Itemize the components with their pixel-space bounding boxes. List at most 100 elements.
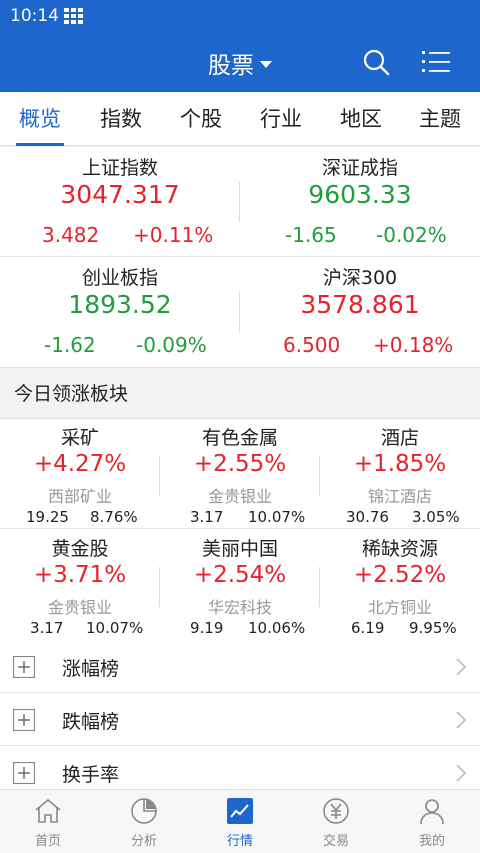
nav-trade[interactable]: 交易 <box>288 790 384 853</box>
list-item-losers[interactable]: 跌幅榜 <box>0 694 480 746</box>
list-item-label: 换手率 <box>62 764 120 786</box>
nav-profile[interactable]: 我的 <box>384 790 480 853</box>
bottom-navigation: 首页 分析 行情 交易 我的 <box>0 789 480 853</box>
expand-plus-icon[interactable] <box>13 762 35 784</box>
tab-label: 行业 <box>260 107 302 131</box>
leading-stock-price: 6.19 <box>351 619 385 637</box>
expand-plus-icon[interactable] <box>13 709 35 731</box>
tab-overview[interactable]: 概览 <box>16 92 64 146</box>
nav-analysis[interactable]: 分析 <box>96 790 192 853</box>
leading-stock-pct: 10.06% <box>248 619 306 637</box>
leading-stock-name: 金贵银业 <box>207 487 272 506</box>
index-change-pct: +0.11% <box>133 223 214 247</box>
tab-stock[interactable]: 个股 <box>177 92 225 146</box>
list-menu-icon[interactable] <box>422 49 450 75</box>
nav-market[interactable]: 行情 <box>192 790 288 853</box>
leading-stock-name: 金贵银业 <box>47 598 112 617</box>
list-item-turnover[interactable]: 换手率 <box>0 747 480 789</box>
nav-label: 首页 <box>34 834 61 849</box>
chevron-right-icon <box>456 711 467 729</box>
app-header: 股票 <box>0 32 480 92</box>
index-change: 3.482 <box>42 223 100 247</box>
leading-stock-pct: 10.07% <box>248 508 306 526</box>
sector-pct: +4.27% <box>33 451 127 477</box>
index-name: 深证成指 <box>321 157 398 179</box>
market-chart-icon <box>227 798 253 824</box>
pie-chart-icon <box>131 798 157 824</box>
sector-card[interactable]: 稀缺资源 +2.52% 北方铜业 6.19 9.95% <box>320 530 480 640</box>
sector-card[interactable]: 采矿 +4.27% 西部矿业 19.25 8.76% <box>0 419 160 529</box>
tab-label: 个股 <box>180 107 222 131</box>
list-item-label: 跌幅榜 <box>62 711 120 733</box>
leading-stock-pct: 10.07% <box>86 619 144 637</box>
divider <box>0 528 480 529</box>
yuan-coin-icon <box>323 798 349 824</box>
leading-sectors-grid: 采矿 +4.27% 西部矿业 19.25 8.76% 有色金属 +2.55% 金… <box>0 419 480 641</box>
nav-home[interactable]: 首页 <box>0 790 96 853</box>
sector-pct: +2.52% <box>353 562 447 588</box>
leading-stock-name: 西部矿业 <box>47 487 112 506</box>
index-change-pct: -0.02% <box>376 223 447 247</box>
leading-stock-price: 9.19 <box>190 619 224 637</box>
sector-pct: +2.54% <box>193 562 287 588</box>
search-icon[interactable] <box>362 48 390 76</box>
person-icon <box>420 799 444 825</box>
index-price: 1893.52 <box>68 290 172 319</box>
index-change: -1.62 <box>44 333 96 357</box>
index-card-csi300[interactable]: 沪深300 3578.861 6.500 +0.18% <box>240 257 480 367</box>
leading-stock-price: 3.17 <box>30 619 64 637</box>
category-tabs: 概览 指数 个股 行业 地区 主题 <box>0 92 480 146</box>
chevron-right-icon <box>456 764 467 782</box>
nav-label: 行情 <box>226 834 253 849</box>
index-price: 3578.861 <box>300 290 420 319</box>
nav-label: 我的 <box>418 834 445 849</box>
expand-plus-icon[interactable] <box>13 656 35 678</box>
leading-stock-price: 3.17 <box>190 508 224 526</box>
sector-card[interactable]: 美丽中国 +2.54% 华宏科技 9.19 10.06% <box>160 530 320 640</box>
tab-index[interactable]: 指数 <box>97 92 145 146</box>
index-name: 沪深300 <box>322 267 398 289</box>
index-change: 6.500 <box>283 333 341 357</box>
index-overview: 上证指数 3047.317 3.482 +0.11% 深证成指 9603.33 … <box>0 147 480 367</box>
leading-stock-name: 华宏科技 <box>207 598 272 617</box>
index-card-shanghai[interactable]: 上证指数 3047.317 3.482 +0.11% <box>0 147 240 257</box>
sector-name: 稀缺资源 <box>361 538 438 560</box>
section-title-leading-sectors: 今日领涨板块 <box>0 367 480 419</box>
leading-stock-price: 19.25 <box>26 508 69 526</box>
sector-name: 采矿 <box>60 427 99 449</box>
sector-card[interactable]: 黄金股 +3.71% 金贵银业 3.17 10.07% <box>0 530 160 640</box>
app-grid-icon <box>64 8 83 24</box>
index-price: 9603.33 <box>308 180 412 209</box>
tab-industry[interactable]: 行业 <box>257 92 305 146</box>
ranking-list: 涨幅榜 跌幅榜 换手率 <box>0 641 480 789</box>
tab-label: 地区 <box>340 107 382 131</box>
sector-card[interactable]: 酒店 +1.85% 锦江酒店 30.76 3.05% <box>320 419 480 529</box>
status-bar: 10:14 <box>0 0 480 32</box>
tab-region[interactable]: 地区 <box>337 92 385 146</box>
tab-theme[interactable]: 主题 <box>416 92 464 146</box>
list-item-gainers[interactable]: 涨幅榜 <box>0 641 480 693</box>
index-card-chinext[interactable]: 创业板指 1893.52 -1.62 -0.09% <box>0 257 240 367</box>
sector-card[interactable]: 有色金属 +2.55% 金贵银业 3.17 10.07% <box>160 419 320 529</box>
leading-stock-name: 锦江酒店 <box>367 487 432 506</box>
index-name: 上证指数 <box>81 157 158 179</box>
index-change-pct: +0.18% <box>373 333 454 357</box>
active-tab-indicator <box>16 143 64 146</box>
index-name: 创业板指 <box>81 267 158 289</box>
leading-stock-pct: 8.76% <box>90 508 138 526</box>
index-price: 3047.317 <box>60 180 180 209</box>
list-item-label: 涨幅榜 <box>62 658 120 680</box>
nav-label: 交易 <box>322 834 349 849</box>
market-type-dropdown[interactable]: 股票 <box>0 46 480 80</box>
sector-name: 酒店 <box>380 427 419 449</box>
nav-label: 分析 <box>130 834 157 849</box>
tab-label: 指数 <box>100 107 142 131</box>
home-icon <box>35 798 61 823</box>
leading-stock-pct: 9.95% <box>409 619 457 637</box>
leading-stock-pct: 3.05% <box>412 508 460 526</box>
index-change: -1.65 <box>285 223 337 247</box>
tab-label: 主题 <box>419 107 461 131</box>
sector-name: 有色金属 <box>201 427 278 449</box>
sector-pct: +2.55% <box>193 451 287 477</box>
index-card-shenzhen[interactable]: 深证成指 9603.33 -1.65 -0.02% <box>240 147 480 257</box>
